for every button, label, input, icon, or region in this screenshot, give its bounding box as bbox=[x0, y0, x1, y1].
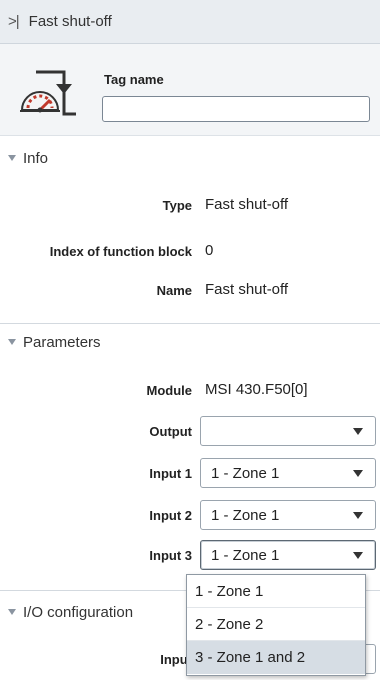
dropdown-option[interactable]: 3 - Zone 1 and 2 bbox=[187, 641, 365, 674]
panel-header: >| Fast shut-off bbox=[0, 0, 380, 44]
dropdown-option[interactable]: 2 - Zone 2 bbox=[187, 608, 365, 641]
fast-shut-off-gauge-icon bbox=[20, 70, 76, 116]
chevron-down-icon bbox=[353, 428, 363, 435]
input3-select[interactable]: 1 - Zone 1 bbox=[200, 540, 376, 570]
info-section-header[interactable]: Info bbox=[0, 144, 380, 172]
name-value: Fast shut-off bbox=[205, 281, 289, 298]
name-label: Name bbox=[156, 283, 192, 298]
input1-label: Input 1 bbox=[149, 466, 192, 481]
input2-select-value: 1 - Zone 1 bbox=[211, 506, 280, 524]
collapse-triangle-icon bbox=[8, 609, 16, 615]
input3-select-value: 1 - Zone 1 bbox=[211, 546, 280, 564]
panel-title: Fast shut-off bbox=[28, 13, 112, 30]
section-divider bbox=[0, 323, 380, 324]
io-heading: I/O configuration bbox=[23, 603, 134, 621]
input1-select-value: 1 - Zone 1 bbox=[211, 464, 280, 482]
chevron-down-icon bbox=[353, 552, 363, 559]
index-value: 0 bbox=[205, 242, 214, 259]
tag-name-input[interactable] bbox=[102, 96, 370, 122]
index-label: Index of function block bbox=[49, 244, 192, 259]
type-label: Type bbox=[162, 198, 192, 213]
parameters-section-header[interactable]: Parameters bbox=[0, 328, 380, 356]
chevron-down-icon bbox=[353, 512, 363, 519]
type-value: Fast shut-off bbox=[205, 196, 289, 213]
input2-select[interactable]: 1 - Zone 1 bbox=[200, 500, 376, 530]
input2-label: Input 2 bbox=[149, 508, 192, 523]
input1-select[interactable]: 1 - Zone 1 bbox=[200, 458, 376, 488]
collapse-triangle-icon bbox=[8, 339, 16, 345]
input3-dropdown-list: 1 - Zone 1 2 - Zone 2 3 - Zone 1 and 2 bbox=[186, 574, 366, 676]
collapse-triangle-icon bbox=[8, 155, 16, 161]
output-select[interactable] bbox=[200, 416, 376, 446]
collapse-panel-icon[interactable]: >| bbox=[8, 13, 20, 30]
dropdown-option[interactable]: 1 - Zone 1 bbox=[187, 575, 365, 608]
parameters-heading: Parameters bbox=[23, 333, 101, 351]
module-label: Module bbox=[146, 383, 193, 398]
module-value: MSI 430.F50[0] bbox=[205, 381, 308, 398]
info-heading: Info bbox=[23, 149, 49, 167]
tag-name-label: Tag name bbox=[104, 72, 164, 87]
input3-label: Input 3 bbox=[149, 548, 192, 563]
chevron-down-icon bbox=[353, 470, 363, 477]
output-label: Output bbox=[149, 424, 192, 439]
